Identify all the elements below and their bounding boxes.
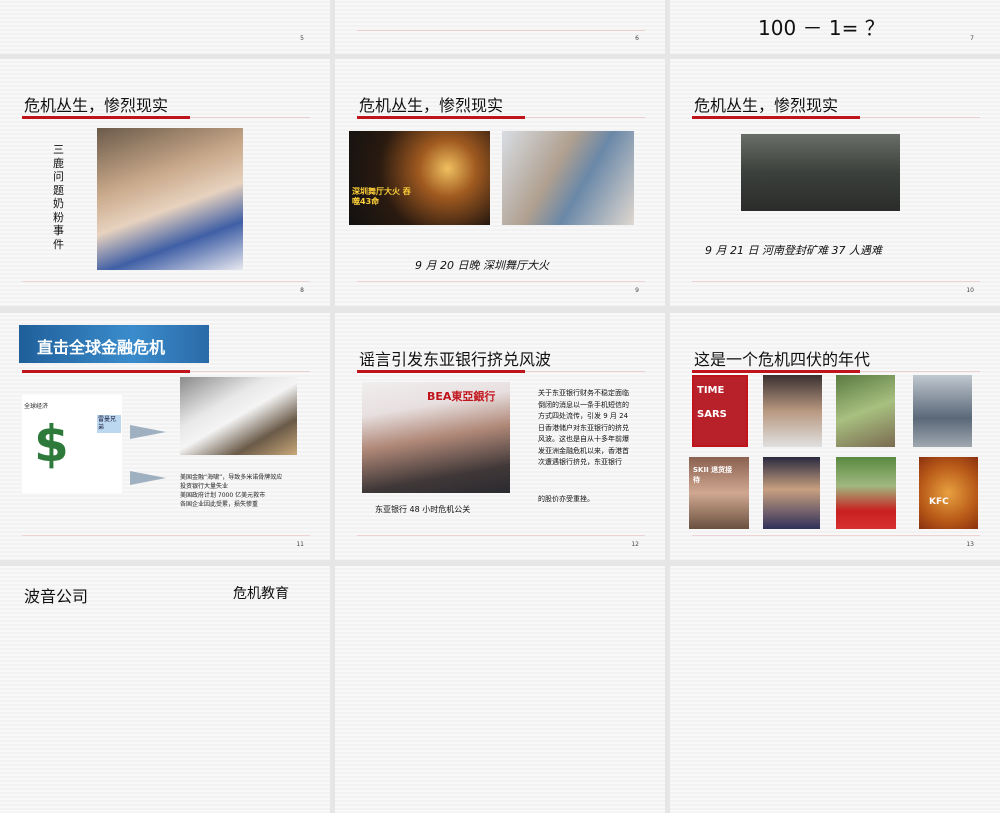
laid-off-worker-photo (180, 377, 297, 455)
slide-thumbnail-10[interactable]: 危机丛生，惨烈现实 9 月 21 日 河南登封矿难 37 人遇难 10 (670, 59, 1000, 306)
cartoon-label: 雷曼兄弟 (97, 415, 121, 433)
slide-title: 危机丛生，惨烈现实 (694, 96, 839, 115)
mine-disaster-photo (741, 134, 900, 211)
slide-number: 13 (966, 541, 974, 548)
slide-thumbnail-5[interactable]: 5 (0, 0, 330, 54)
title-underline (692, 370, 860, 373)
slide-title: 波音公司 (24, 587, 89, 606)
text-line: 美国政府计划 7000 亿美元救市 (180, 492, 266, 499)
slide-thumbnail-11[interactable]: 直击全球金融危机 全球经济 $ 雷曼兄弟 美国金融“海啸”，导致多米诺骨牌效应 … (0, 313, 330, 560)
dollar-icon: $ (34, 415, 69, 473)
text-line: 美国金融“海啸”，导致多米诺骨牌效应 (180, 474, 283, 481)
bank-run-photo: BEA東亞銀行 (362, 382, 510, 493)
text-line: 投资银行大量失业 (180, 483, 229, 490)
slide-title: 危机丛生，惨烈现实 (24, 96, 169, 115)
cover-text: TIME SARS (697, 385, 727, 420)
slide-paragraph: 关于东亚银行财务不稳定面临倒闭的消息以一条手机短信的方式四处流传，引发 9 月 … (538, 389, 629, 466)
title-underline (22, 370, 190, 373)
slide-number: 8 (300, 287, 304, 294)
slide-thumbnail-6[interactable]: 6 (335, 0, 665, 54)
slide-text: 美国金融“海啸”，导致多米诺骨牌效应 投资银行大量失业 美国政府计划 7000 … (180, 473, 298, 509)
slide-title: 危机丛生，惨烈现实 (359, 96, 504, 115)
slide-title: 谣言引发东亚银行挤兑风波 (359, 350, 552, 369)
fire-photo: 深圳舞厅大火 吞噬43命 (349, 131, 490, 225)
milk-powder-photo (97, 128, 243, 270)
cartoon-image: 全球经济 $ 雷曼兄弟 (22, 395, 122, 493)
divider-line (357, 535, 645, 536)
divider-line (692, 281, 980, 282)
bank-sign-text: BEA東亞銀行 (427, 390, 496, 403)
photo-text: KFC (929, 497, 949, 507)
divider-line (22, 281, 310, 282)
slide-thumbnail-7[interactable]: 100 － 1= ？ 7 (670, 0, 1000, 54)
slide-thumbnail-13[interactable]: 这是一个危机四伏的年代 TIME SARS SKII 退货接待 KFC 13 (670, 313, 1000, 560)
skii-photo: SKII 退货接待 (689, 457, 749, 529)
news-photo (836, 457, 896, 529)
slide-caption: 9 月 21 日 河南登封矿难 37 人遇难 (705, 244, 882, 257)
banner-text: 直击全球金融危机 (37, 338, 166, 357)
vertical-caption: 三鹿问题奶粉事件 (53, 143, 64, 251)
arrow-right-icon (130, 425, 166, 439)
slide-thumbnail-12[interactable]: 谣言引发东亚银行挤兑风波 BEA東亞銀行 东亚银行 48 小时危机公关 关于东亚… (335, 313, 665, 560)
slide-thumbnail-9[interactable]: 危机丛生，惨烈现实 深圳舞厅大火 吞噬43命 9 月 20 日晚 深圳舞厅大火 … (335, 59, 665, 306)
slide-number: 12 (631, 541, 639, 548)
slide-thumbnail-16[interactable] (670, 566, 1000, 813)
slide-thumbnail-15[interactable] (335, 566, 665, 813)
cartoon-label: 全球经济 (24, 403, 49, 410)
time-magazine-cover: TIME SARS (692, 375, 748, 447)
financial-crisis-banner: 直击全球金融危机 (19, 325, 209, 363)
slide-caption: 9 月 20 日晚 深圳舞厅大火 (415, 259, 549, 272)
photo-text: SKII 退货接待 (693, 466, 733, 484)
news-photo (763, 375, 822, 447)
kfc-photo: KFC (919, 457, 978, 529)
mourning-photo (502, 131, 634, 225)
title-underline (692, 116, 860, 119)
slide-thumbnail-8[interactable]: 危机丛生，惨烈现实 三鹿问题奶粉事件 8 (0, 59, 330, 306)
slide-number: 9 (635, 287, 639, 294)
title-underline (22, 116, 190, 119)
news-photo (836, 375, 895, 447)
divider-line (357, 281, 645, 282)
title-underline (357, 370, 525, 373)
title-underline (357, 116, 525, 119)
slide-paragraph-end: 的股价亦受重挫。 (538, 495, 594, 503)
slide-text: 100 － 1= ？ (758, 16, 885, 40)
news-photo (913, 375, 972, 447)
news-photo (763, 457, 820, 529)
slide-title: 这是一个危机四伏的年代 (694, 350, 871, 369)
divider-line (22, 535, 310, 536)
slide-number: 10 (966, 287, 974, 294)
slide-number: 11 (296, 541, 304, 548)
fire-photo-text: 深圳舞厅大火 吞噬43命 (352, 187, 411, 206)
slide-number: 5 (300, 35, 304, 42)
slide-caption: 东亚银行 48 小时危机公关 (375, 505, 471, 514)
slide-thumbnail-14[interactable]: 波音公司 危机教育 (0, 566, 330, 813)
divider-line (692, 535, 980, 536)
slide-number: 6 (635, 35, 639, 42)
arrow-right-icon (130, 471, 166, 485)
slide-number: 7 (970, 35, 974, 42)
text-line: 各国企业因此受累，损失惨重 (180, 501, 259, 508)
slide-subtitle: 危机教育 (233, 586, 289, 602)
divider-line (357, 30, 645, 31)
